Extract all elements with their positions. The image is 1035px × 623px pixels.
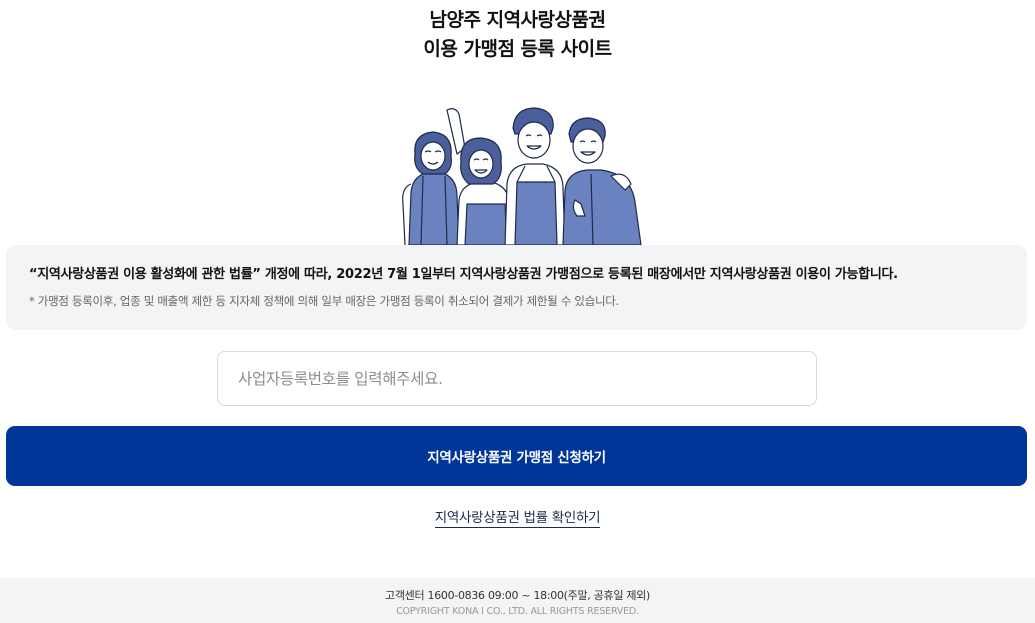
notice-main-text: “지역사랑상품권 이용 활성화에 관한 법률” 개정에 따라, 2022년 7월… (29, 267, 898, 282)
notice-sub-text: * 가맹점 등록이후, 업종 및 매출액 제한 등 지자체 정책에 의해 일부 … (29, 294, 619, 308)
person-3 (504, 107, 566, 245)
people-cheering-illustration (402, 107, 642, 245)
person-4 (562, 117, 642, 245)
apply-merchant-button[interactable]: 지역사랑상품권 가맹점 신청하기 (6, 426, 1027, 486)
notice-box: “지역사랑상품권 이용 활성화에 관한 법률” 개정에 따라, 2022년 7월… (6, 245, 1027, 330)
footer-contact: 고객센터 1600-0836 09:00 ~ 18:00(주말, 공휴일 제외) (385, 589, 650, 602)
page-title-line1: 남양주 지역사랑상품권 (429, 9, 606, 31)
law-check-link[interactable]: 지역사랑상품권 법률 확인하기 (434, 506, 601, 528)
footer-copyright: COPYRIGHT KONA I CO., LTD. ALL RIGHTS RE… (396, 606, 639, 617)
page: 남양주 지역사랑상품권 이용 가맹점 등록 사이트 “지역사랑상품권 이용 활성… (0, 0, 1035, 623)
business-number-input[interactable] (217, 351, 817, 406)
footer: 고객센터 1600-0836 09:00 ~ 18:00(주말, 공휴일 제외)… (0, 578, 1035, 623)
person-1 (402, 131, 460, 245)
page-title: 남양주 지역사랑상품권 이용 가맹점 등록 사이트 (0, 6, 1035, 64)
page-title-line2: 이용 가맹점 등록 사이트 (423, 38, 612, 60)
law-link-container: 지역사랑상품권 법률 확인하기 (0, 506, 1035, 528)
